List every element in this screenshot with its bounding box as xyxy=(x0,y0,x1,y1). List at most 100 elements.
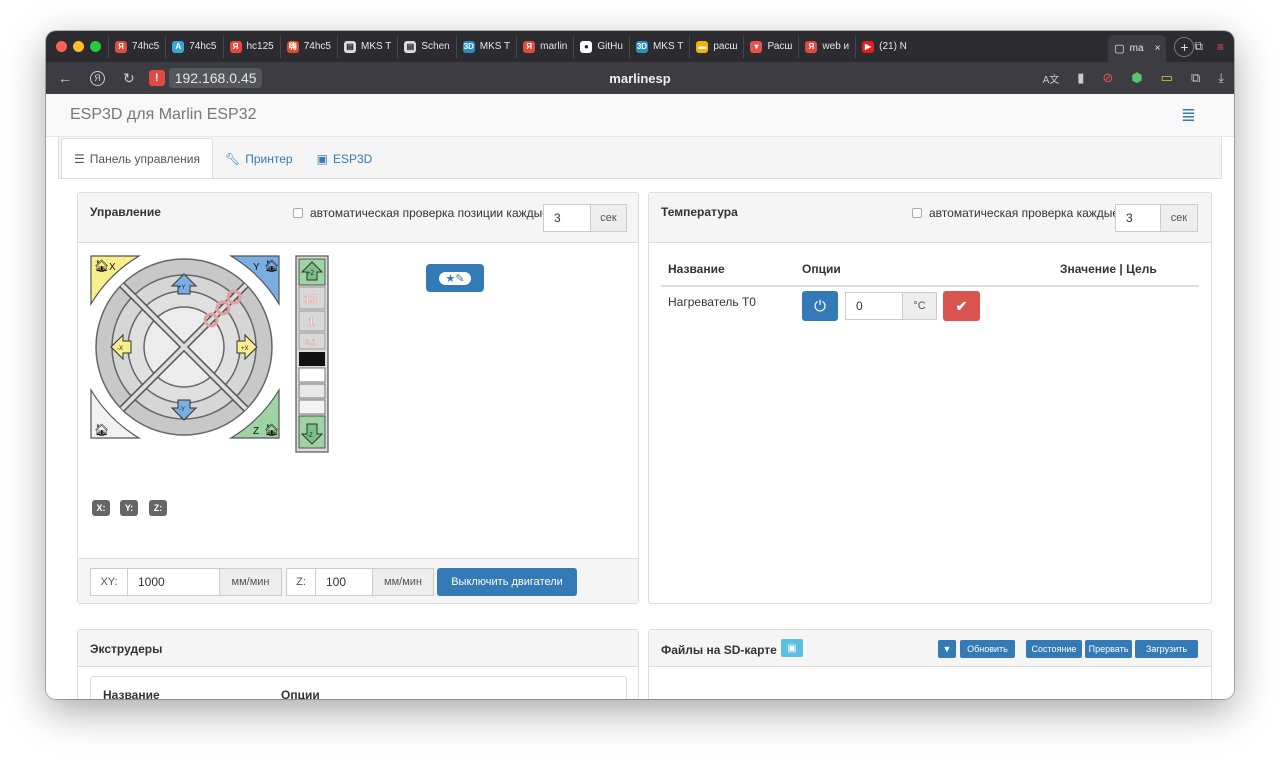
jog-step-0-1[interactable]: 0.1 xyxy=(305,338,317,348)
browser-tab[interactable]: Яweb и xyxy=(798,35,855,58)
heater-set-button[interactable]: ✔ xyxy=(943,291,980,321)
control-footer: XY: 1000 мм/мин Z: 100 мм/мин Выключить … xyxy=(78,558,638,603)
browser-tab[interactable]: ▶ (21) N xyxy=(855,35,913,58)
shield-icon[interactable]: ⬢ xyxy=(1131,70,1142,86)
menu-icon[interactable]: ≡ xyxy=(1217,40,1224,54)
browser-tab-label: 74hc5 xyxy=(303,41,331,52)
browser-tabbar: Я 74hc5 A 74hc5 Яhc125 嗨 74hc5 ▤ MKS T ▤ Schen 3D MK… xyxy=(46,31,1234,62)
tab-favicon-icon: ▾ xyxy=(750,40,763,53)
battery-icon[interactable]: ▭ xyxy=(1161,70,1173,86)
temperature-autocheck-checkbox[interactable] xyxy=(912,208,922,218)
maximize-window-button[interactable] xyxy=(90,41,101,52)
tab-favicon-icon: A xyxy=(172,40,185,53)
browser-tab-label: расш xyxy=(713,41,738,52)
wrench-icon: 🔧︎ xyxy=(225,152,241,166)
tab-printer[interactable]: 🔧︎ Принтер xyxy=(213,140,305,178)
jog-plus-y-label: +Y xyxy=(178,285,186,291)
macro-button[interactable]: ★✎ xyxy=(426,264,484,292)
browser-tab-label: marlin xyxy=(540,41,568,52)
temperature-autocheck-label: автоматическая проверка каждые: xyxy=(929,206,1123,220)
bookmark-icon[interactable]: ▮ xyxy=(1077,70,1084,86)
sd-status-button[interactable]: Состояние xyxy=(1026,640,1082,658)
browser-tab-label: MKS T xyxy=(361,41,392,52)
home-y-label: Y xyxy=(253,262,260,273)
browser-tab[interactable]: 3D MKS T xyxy=(455,35,516,58)
block-icon[interactable]: ⊘ xyxy=(1102,70,1113,86)
tab-favicon-icon: 3D xyxy=(635,40,648,53)
xy-feedrate-input[interactable]: 1000 xyxy=(127,568,220,596)
tab-favicon-icon: ▬ xyxy=(696,40,709,53)
home-x-icon: 🏠︎ xyxy=(94,259,109,273)
browser-tab[interactable]: A 74hc5 xyxy=(165,35,222,58)
hamburger-menu-icon[interactable]: ≣ xyxy=(1181,105,1196,126)
motors-off-button[interactable]: Выключить двигатели xyxy=(437,568,577,596)
browser-tab[interactable]: 3D MKS T xyxy=(628,35,689,58)
yandex-icon[interactable]: Я xyxy=(90,70,105,86)
new-tab-button[interactable]: + xyxy=(1174,36,1195,57)
temperature-interval-input[interactable]: 3 xyxy=(1115,204,1161,232)
jog-plus-x-label: +X xyxy=(241,346,249,352)
app-tabs: ☰ Панель управления 🔧︎ Принтер ▣ ESP3D xyxy=(58,137,1222,179)
reload-icon[interactable]: ↻ xyxy=(123,70,135,87)
browser-tab[interactable]: Яhc125 xyxy=(222,35,280,58)
minimize-window-button[interactable] xyxy=(73,41,84,52)
browser-tab[interactable]: ▬ расш xyxy=(689,35,743,58)
control-interval-input[interactable]: 3 xyxy=(543,204,591,232)
home-y-icon: 🏠︎ xyxy=(264,259,279,273)
browser-tab[interactable]: ● GitHu xyxy=(573,35,629,58)
browser-tab-active[interactable]: ▢ ma × xyxy=(1108,35,1167,62)
web-page: ESP3D для Marlin ESP32 ≣ ☰ Панель управл… xyxy=(46,94,1234,699)
url-field[interactable]: 192.168.0.45 xyxy=(168,68,263,88)
browser-tab-label: hc125 xyxy=(246,41,274,52)
tab-printer-label: Принтер xyxy=(245,152,293,166)
tab-favicon-icon: ▤ xyxy=(344,40,356,53)
app-navbar: ESP3D для Marlin ESP32 ≣ xyxy=(46,94,1234,137)
check-icon: ✔ xyxy=(955,297,968,314)
heater-power-button[interactable]: ⏻ xyxy=(802,291,838,321)
tab-dashboard-label: Панель управления xyxy=(89,151,201,166)
sd-create-folder-button[interactable]: ▣ xyxy=(781,639,803,657)
tab-esp3d[interactable]: ▣ ESP3D xyxy=(305,140,385,178)
browser-tab[interactable]: Я 74hc5 xyxy=(108,35,165,58)
browser-tab-label: ma xyxy=(1129,43,1144,54)
browser-tab[interactable]: ▤ Schen xyxy=(397,35,455,58)
jog-step-10[interactable]: 10 xyxy=(304,292,318,307)
jog-step-1[interactable]: 1 xyxy=(308,315,316,330)
z-feedrate-input[interactable]: 100 xyxy=(315,568,373,596)
sd-upload-button[interactable]: Загрузить xyxy=(1135,640,1198,658)
download-icon[interactable]: ⤓ xyxy=(1218,70,1224,86)
sd-abort-button[interactable]: Прервать xyxy=(1085,640,1132,658)
close-window-button[interactable] xyxy=(56,41,67,52)
sd-refresh-button[interactable]: Обновить xyxy=(960,640,1015,658)
tab-dashboard[interactable]: ☰ Панель управления xyxy=(61,138,214,178)
xy-feedrate-label: XY: xyxy=(90,568,128,596)
heater-target-input[interactable]: 0 xyxy=(845,292,903,320)
temp-col-name: Название xyxy=(668,262,725,276)
back-icon[interactable]: ← xyxy=(58,70,72,86)
sd-filter-button[interactable]: ▼ xyxy=(938,640,956,658)
heater-label: Нагреватель T0 xyxy=(668,295,756,309)
close-tab-icon[interactable]: × xyxy=(1155,43,1161,54)
tab-favicon-icon: ● xyxy=(580,40,593,53)
control-interval-unit: сек xyxy=(590,204,627,232)
home-z-label: Z xyxy=(253,426,259,437)
browser-tab-label: web и xyxy=(822,41,850,52)
jog-minus-y-label: -Y xyxy=(179,407,185,413)
security-warning-icon[interactable]: ! xyxy=(148,70,165,86)
extensions-icon[interactable]: ⧉ xyxy=(1191,70,1200,86)
browser-tab-label: (21) N xyxy=(879,41,907,52)
control-autocheck-checkbox[interactable] xyxy=(293,208,303,218)
browser-tab[interactable]: 嗨 74hc5 xyxy=(279,35,337,58)
tabs-overview-icon[interactable]: ⧉ xyxy=(1194,39,1203,54)
browser-tab[interactable]: ▾ Расш xyxy=(743,35,798,58)
browser-window: Я 74hc5 A 74hc5 Яhc125 嗨 74hc5 ▤ MKS T ▤ Schen 3D MK… xyxy=(46,31,1234,699)
control-autocheck-label: автоматическая проверка позиции каждые: xyxy=(310,206,553,220)
browser-tab[interactable]: Яmarlin xyxy=(516,35,573,58)
app-brand[interactable]: ESP3D для Marlin ESP32 xyxy=(70,106,257,124)
z-feedrate-label: Z: xyxy=(286,568,316,596)
address-bar: ← Я ↻ ! 192.168.0.45 marlinesp A文 ▮ ⊘ ⬢ … xyxy=(46,62,1234,94)
translate-icon[interactable]: A文 xyxy=(1043,71,1060,86)
browser-tab-label: MKS T xyxy=(479,41,511,52)
extruders-col-name: Название xyxy=(103,688,160,699)
browser-tab[interactable]: ▤ MKS T xyxy=(337,35,397,58)
